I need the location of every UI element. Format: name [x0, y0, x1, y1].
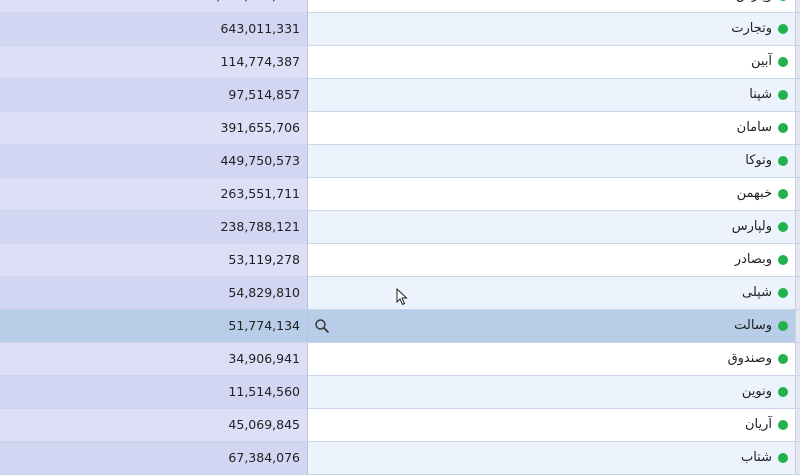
volume-cell: 45,069,845 — [0, 409, 308, 441]
symbol-label: شپنا — [749, 87, 772, 102]
table-row[interactable]: 391,655,706 سامان — [0, 112, 800, 145]
symbol-label: وتجارت — [731, 21, 772, 36]
symbol-label: وتوکا — [745, 153, 772, 168]
symbol-label: آبین — [750, 54, 772, 69]
symbol-label: خبهمن — [736, 186, 772, 201]
row-edge — [795, 310, 800, 342]
row-edge — [795, 112, 800, 144]
volume-cell: 238,788,121 — [0, 211, 308, 243]
symbol-cell[interactable]: وصندوق — [308, 343, 796, 375]
table-row[interactable]: 1,024,957,790 وپارس — [0, 0, 800, 13]
volume-cell: 1,024,957,790 — [0, 0, 308, 12]
row-edge — [795, 343, 800, 375]
row-edge — [795, 0, 800, 12]
volume-cell: 391,655,706 — [0, 112, 308, 144]
volume-cell: 67,384,076 — [0, 442, 308, 474]
volume-cell: 53,119,278 — [0, 244, 308, 276]
volume-cell: 54,829,810 — [0, 277, 308, 309]
symbol-label: آریان — [744, 417, 772, 432]
symbol-label: ولپارس — [731, 219, 772, 234]
status-dot-icon — [778, 156, 788, 166]
status-dot-icon — [778, 90, 788, 100]
symbol-label: شتاب — [740, 450, 772, 465]
symbol-cell[interactable]: شپلی — [308, 277, 796, 309]
symbol-cell[interactable]: شتاب — [308, 442, 796, 474]
table-row[interactable]: 45,069,845 آریان — [0, 409, 800, 442]
status-dot-icon — [778, 321, 788, 331]
volume-cell: 11,514,560 — [0, 376, 308, 408]
table-row[interactable]: 114,774,387 آبین — [0, 46, 800, 79]
table-row[interactable]: 97,514,857 شپنا — [0, 79, 800, 112]
table-row[interactable]: 53,119,278 وبصادر — [0, 244, 800, 277]
table-row-selected[interactable]: 51,774,134 وسالت — [0, 310, 800, 343]
row-edge — [795, 442, 800, 474]
symbol-cell[interactable]: آبین — [308, 46, 796, 78]
status-dot-icon — [778, 189, 788, 199]
table-row[interactable]: 34,906,941 وصندوق — [0, 343, 800, 376]
row-edge — [795, 409, 800, 441]
table-row[interactable]: 54,829,810 شپلی — [0, 277, 800, 310]
symbol-cell[interactable]: وتوکا — [308, 145, 796, 177]
volume-cell: 34,906,941 — [0, 343, 308, 375]
row-edge — [795, 277, 800, 309]
status-dot-icon — [778, 387, 788, 397]
symbol-cell[interactable]: سامان — [308, 112, 796, 144]
row-edge — [795, 79, 800, 111]
status-dot-icon — [778, 57, 788, 67]
status-dot-icon — [778, 123, 788, 133]
symbol-label: سامان — [736, 120, 772, 135]
row-edge — [795, 145, 800, 177]
symbols-table: 1,024,957,790 وپارس 643,011,331 وتجارت 1… — [0, 0, 800, 475]
symbol-cell[interactable]: ولپارس — [308, 211, 796, 243]
table-row[interactable]: 11,514,560 ونوین — [0, 376, 800, 409]
table-row[interactable]: 643,011,331 وتجارت — [0, 13, 800, 46]
symbol-cell[interactable]: ونوین — [308, 376, 796, 408]
symbol-cell[interactable]: وپارس — [308, 0, 796, 12]
symbol-cell[interactable]: آریان — [308, 409, 796, 441]
table-row[interactable]: 449,750,573 وتوکا — [0, 145, 800, 178]
symbol-cell[interactable]: وسالت — [308, 310, 796, 342]
symbol-cell[interactable]: شپنا — [308, 79, 796, 111]
status-dot-icon — [778, 0, 788, 1]
status-dot-icon — [778, 354, 788, 364]
symbol-label: ونوین — [741, 384, 772, 399]
volume-cell: 97,514,857 — [0, 79, 308, 111]
volume-cell: 643,011,331 — [0, 13, 308, 45]
table-row[interactable]: 67,384,076 شتاب — [0, 442, 800, 475]
volume-cell: 114,774,387 — [0, 46, 308, 78]
volume-cell: 263,551,711 — [0, 178, 308, 210]
status-dot-icon — [778, 255, 788, 265]
table-row[interactable]: 263,551,711 خبهمن — [0, 178, 800, 211]
status-dot-icon — [778, 24, 788, 34]
status-dot-icon — [778, 453, 788, 463]
symbol-label: وپارس — [736, 0, 772, 12]
symbol-label: وبصادر — [734, 252, 772, 267]
symbol-label: شپلی — [742, 285, 772, 300]
symbol-cell[interactable]: خبهمن — [308, 178, 796, 210]
row-edge — [795, 13, 800, 45]
volume-cell: 449,750,573 — [0, 145, 308, 177]
row-edge — [795, 211, 800, 243]
status-dot-icon — [778, 222, 788, 232]
row-edge — [795, 376, 800, 408]
symbol-cell[interactable]: وبصادر — [308, 244, 796, 276]
search-icon[interactable] — [314, 318, 330, 334]
volume-cell: 51,774,134 — [0, 310, 308, 342]
row-edge — [795, 46, 800, 78]
row-edge — [795, 178, 800, 210]
status-dot-icon — [778, 288, 788, 298]
status-dot-icon — [778, 420, 788, 430]
symbol-label: وصندوق — [727, 351, 772, 366]
symbol-label: وسالت — [734, 318, 772, 333]
symbol-cell[interactable]: وتجارت — [308, 13, 796, 45]
row-edge — [795, 244, 800, 276]
table-row[interactable]: 238,788,121 ولپارس — [0, 211, 800, 244]
